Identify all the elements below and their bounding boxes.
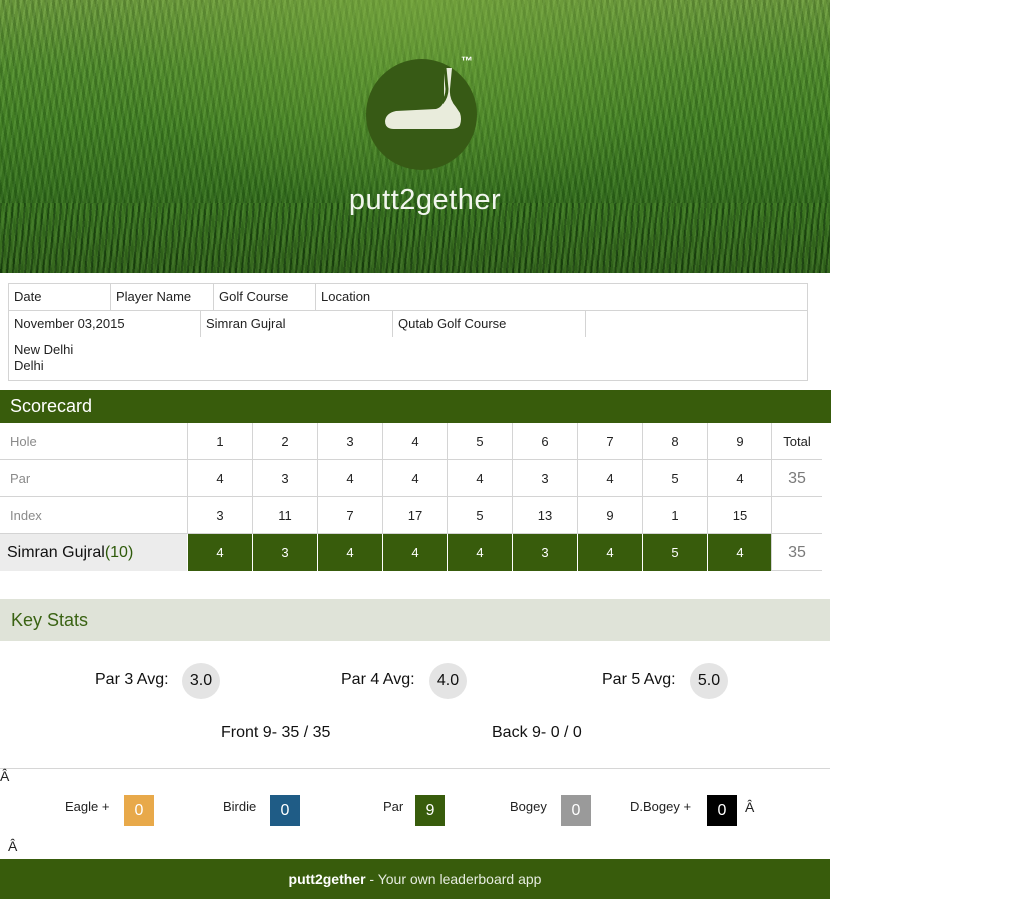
double-bogey-label: D.Bogey + (630, 799, 692, 814)
location-header: Location (321, 289, 371, 304)
par3-avg-label: Par 3 Avg: (95, 671, 169, 688)
par-cell: 4 (382, 460, 447, 497)
hole-cell: 8 (642, 423, 707, 460)
stray-glyph: Â (745, 799, 755, 815)
index-label: Index (0, 497, 187, 534)
hole-cell: 2 (252, 423, 317, 460)
scorecard-title: Scorecard (0, 390, 831, 423)
score-cell: 3 (512, 534, 577, 571)
golf-course-value: Qutab Golf Course (393, 311, 586, 337)
par3-avg-value: 3.0 (182, 663, 220, 699)
footer: putt2gether - Your own leaderboard app (0, 859, 830, 899)
index-cell: 15 (707, 497, 772, 534)
back-nine: Back 9- 0 / 0 (492, 724, 582, 741)
stray-glyph: Â (0, 768, 10, 784)
index-cell: 1 (642, 497, 707, 534)
hole-cell: 1 (187, 423, 252, 460)
index-cell: 7 (317, 497, 382, 534)
index-cell: 11 (252, 497, 317, 534)
location-value: New Delhi Delhi (14, 342, 73, 374)
index-cell: 13 (512, 497, 577, 534)
hole-label: Hole (0, 423, 187, 460)
par-cell: 4 (707, 460, 772, 497)
par-cell: 4 (187, 460, 252, 497)
par4-avg-value: 4.0 (429, 663, 467, 699)
score-cell: 4 (187, 534, 252, 571)
hole-cell: 6 (512, 423, 577, 460)
player-handicap: (10) (104, 544, 134, 561)
brand-name: putt2gether (348, 184, 502, 216)
par4-avg-label: Par 4 Avg: (341, 671, 415, 688)
date-value: November 03,2015 (9, 311, 201, 337)
double-bogey-count-badge: 0 (707, 795, 737, 826)
hero-banner: ™ putt2gether (0, 0, 830, 273)
par-cell: 5 (642, 460, 707, 497)
par-cell: 4 (447, 460, 512, 497)
bogey-count-badge: 0 (561, 795, 591, 826)
footer-brand: putt2gether (288, 871, 366, 887)
player-name-header: Player Name (111, 284, 214, 310)
index-cell: 5 (447, 497, 512, 534)
divider (0, 768, 830, 769)
score-cell: 3 (252, 534, 317, 571)
score-cell: 4 (577, 534, 642, 571)
index-total (771, 497, 822, 534)
golf-course-header: Golf Course (214, 284, 316, 310)
stray-glyph: Â (8, 838, 18, 854)
index-cell: 9 (577, 497, 642, 534)
birdie-count-badge: 0 (270, 795, 300, 826)
total-header: Total (771, 423, 822, 460)
par5-avg-value: 5.0 (690, 663, 728, 699)
score-cell: 5 (642, 534, 707, 571)
front-nine: Front 9- 35 / 35 (221, 724, 331, 741)
score-cell: 4 (317, 534, 382, 571)
location-city: New Delhi (14, 342, 74, 357)
score-cell: 4 (382, 534, 447, 571)
par-cell: 4 (577, 460, 642, 497)
eagle-label: Eagle + (65, 799, 110, 814)
eagle-count-badge: 0 (124, 795, 154, 826)
location-state: Delhi (14, 358, 44, 373)
score-cell: 4 (707, 534, 772, 571)
par-cell: 3 (512, 460, 577, 497)
bogey-label: Bogey (510, 799, 547, 814)
info-header-row: Date Player Name Golf Course Location (9, 284, 807, 311)
score-cell: 4 (447, 534, 512, 571)
date-header: Date (9, 284, 111, 310)
player-score-name: Simran Gujral (7, 544, 105, 561)
hole-cell: 5 (447, 423, 512, 460)
hole-cell: 4 (382, 423, 447, 460)
par-label: Par (0, 460, 187, 497)
birdie-label: Birdie (223, 799, 257, 814)
player-score-label: Simran Gujral(10) (0, 534, 187, 571)
par-cell: 4 (317, 460, 382, 497)
par-count-badge: 9 (415, 795, 445, 826)
index-cell: 3 (187, 497, 252, 534)
round-info-table: Date Player Name Golf Course Location No… (8, 283, 808, 381)
hole-cell: 3 (317, 423, 382, 460)
par-total: 35 (771, 460, 822, 497)
par-count-label: Par (383, 799, 404, 814)
score-total: 35 (771, 534, 822, 571)
key-stats-title: Key Stats (0, 599, 830, 641)
player-name-value: Simran Gujral (201, 311, 393, 337)
hole-cell: 7 (577, 423, 642, 460)
footer-tagline: - Your own leaderboard app (365, 871, 542, 887)
index-cell: 17 (382, 497, 447, 534)
trademark-mark: ™ (461, 54, 473, 68)
par5-avg-label: Par 5 Avg: (602, 671, 676, 688)
par-cell: 3 (252, 460, 317, 497)
hole-cell: 9 (707, 423, 772, 460)
putter-logo-icon (366, 59, 477, 170)
